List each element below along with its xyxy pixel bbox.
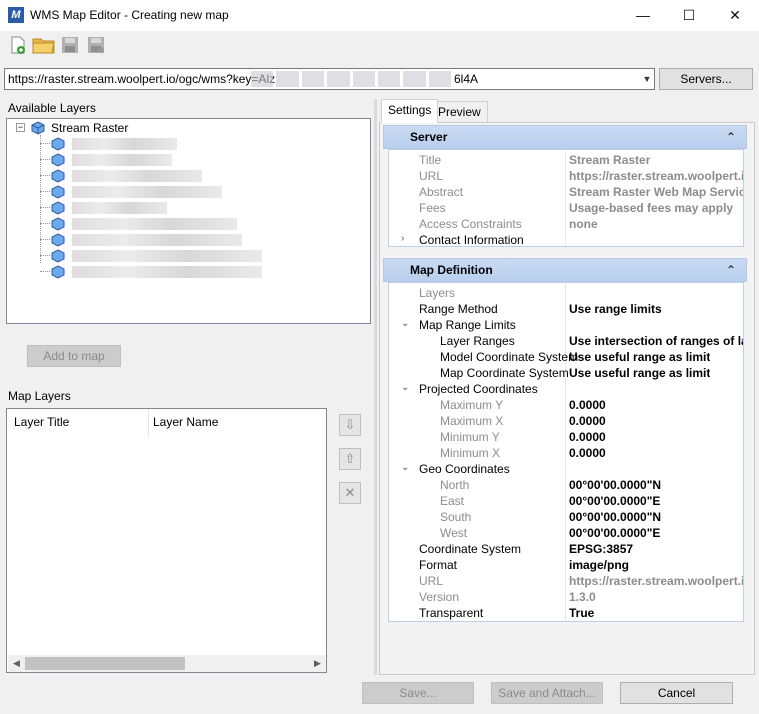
collapse-chevron-icon[interactable]: ⌃	[726, 126, 736, 148]
title-bar: M WMS Map Editor - Creating new map — ☐ …	[0, 0, 759, 31]
property-row[interactable]: Minimum X 0.0000	[389, 445, 743, 461]
map-definition-section-header[interactable]: Map Definition ⌃	[383, 258, 747, 282]
property-row[interactable]: East 00°00'00.0000"E	[389, 493, 743, 509]
property-row[interactable]: Model Coordinate System Use useful range …	[389, 349, 743, 365]
property-row[interactable]: Fees Usage-based fees may apply	[389, 200, 743, 216]
tab-settings[interactable]: Settings	[381, 99, 439, 123]
scroll-left-icon[interactable]: ◀	[8, 655, 25, 672]
property-row[interactable]: Map Coordinate System Use useful range as…	[389, 365, 743, 381]
chevron-down-icon[interactable]: ⌄	[401, 318, 409, 329]
maximize-button[interactable]: ☐	[666, 0, 712, 31]
app-icon: M	[8, 7, 24, 23]
property-row[interactable]: Format image/png	[389, 557, 743, 573]
open-folder-icon[interactable]	[32, 35, 56, 55]
layer-cube-icon	[51, 265, 65, 279]
column-header-layer-name[interactable]: Layer Name	[153, 415, 218, 429]
servers-button[interactable]: Servers...	[659, 68, 753, 90]
save-as-icon[interactable]	[86, 35, 106, 55]
map-layers-title: Map Layers	[8, 389, 71, 403]
save-icon[interactable]	[60, 35, 80, 55]
property-row[interactable]: Layer Ranges Use intersection of ranges o…	[389, 333, 743, 349]
property-row[interactable]: URL https://raster.stream.woolpert.io	[389, 573, 743, 589]
collapse-icon[interactable]: −	[16, 123, 25, 132]
window-title: WMS Map Editor - Creating new map	[30, 8, 229, 22]
tab-preview[interactable]: Preview	[431, 101, 488, 123]
url-redacted	[251, 71, 451, 87]
remove-layer-button[interactable]: ✕	[339, 482, 361, 504]
minimize-button[interactable]: —	[620, 0, 666, 31]
property-row[interactable]: West 00°00'00.0000"E	[389, 525, 743, 541]
move-down-button[interactable]: ⇩	[339, 414, 361, 436]
available-layers-title: Available Layers	[8, 101, 96, 115]
property-row[interactable]: Abstract Stream Raster Web Map Service	[389, 184, 743, 200]
save-and-attach-button[interactable]: Save and Attach...	[491, 682, 603, 704]
add-to-map-button[interactable]: Add to map	[27, 345, 121, 367]
property-row[interactable]: Access Constraints none	[389, 216, 743, 232]
settings-panel: Server ⌃ Title Stream Raster URL https://r…	[379, 122, 755, 675]
property-row[interactable]: Maximum X 0.0000	[389, 413, 743, 429]
layer-cube-icon	[51, 201, 65, 215]
properties-tabs: Settings Preview Server ⌃ Title Stream Ra…	[379, 99, 755, 675]
property-row[interactable]: Minimum Y 0.0000	[389, 429, 743, 445]
layer-cube-icon	[51, 249, 65, 263]
property-row[interactable]: Range Method Use range limits	[389, 301, 743, 317]
close-button[interactable]: ✕	[712, 0, 758, 31]
column-header-layer-title[interactable]: Layer Title	[14, 415, 69, 429]
property-row-expandable[interactable]: ⌄ Map Range Limits	[389, 317, 743, 333]
save-button[interactable]: Save...	[362, 682, 474, 704]
property-row[interactable]: URL https://raster.stream.woolpert.io	[389, 168, 743, 184]
property-row-expandable[interactable]: ⌄ Geo Coordinates	[389, 461, 743, 477]
map-layers-list[interactable]: Layer Title Layer Name ◀ ▶	[6, 408, 327, 673]
url-text-end: 6l4A	[454, 72, 479, 86]
layer-cube-icon	[51, 153, 65, 167]
map-definition-section-title: Map Definition	[410, 263, 493, 277]
horizontal-scrollbar[interactable]: ◀ ▶	[8, 655, 326, 672]
property-row[interactable]: Title Stream Raster	[389, 152, 743, 168]
scrollbar-thumb[interactable]	[25, 657, 185, 670]
chevron-down-icon[interactable]: ⌄	[401, 382, 409, 393]
layer-cube-icon	[51, 217, 65, 231]
property-row[interactable]: Maximum Y 0.0000	[389, 397, 743, 413]
scroll-right-icon[interactable]: ▶	[309, 655, 326, 672]
property-row-expandable[interactable]: ⌄ Projected Coordinates	[389, 381, 743, 397]
property-row[interactable]: Transparent True	[389, 605, 743, 621]
property-row[interactable]: Coordinate System EPSG:3857	[389, 541, 743, 557]
server-section-title: Server	[410, 130, 448, 144]
property-row[interactable]: Version 1.3.0	[389, 589, 743, 605]
column-divider[interactable]	[148, 409, 149, 437]
map-definition-grid: Layers Range Method Use range limits ⌄ Map…	[388, 282, 744, 622]
chevron-down-icon[interactable]: ▼	[639, 69, 655, 89]
available-layers-tree[interactable]: − Stream Raster	[6, 118, 371, 324]
server-section-header[interactable]: Server ⌃	[383, 125, 747, 149]
collapse-chevron-icon[interactable]: ⌃	[726, 259, 736, 281]
layer-cube-icon	[51, 233, 65, 247]
tree-children	[40, 137, 370, 279]
property-row-expandable[interactable]: › Contact Information	[389, 232, 743, 248]
property-row[interactable]: South 00°00'00.0000"N	[389, 509, 743, 525]
layer-cube-icon	[31, 121, 45, 135]
tree-root-label[interactable]: Stream Raster	[51, 121, 128, 135]
move-up-button[interactable]: ⇧	[339, 448, 361, 470]
panel-splitter[interactable]	[374, 99, 377, 675]
chevron-right-icon[interactable]: ›	[401, 233, 404, 244]
layer-cube-icon	[51, 137, 65, 151]
new-file-icon[interactable]	[8, 35, 28, 55]
layer-cube-icon	[51, 185, 65, 199]
cancel-button[interactable]: Cancel	[620, 682, 733, 704]
layer-cube-icon	[51, 169, 65, 183]
url-text-start: https://raster.stream.woolpert.io/ogc/wm…	[8, 72, 276, 86]
chevron-down-icon[interactable]: ⌄	[401, 462, 409, 473]
server-properties-grid: Title Stream Raster URL https://raster.str…	[388, 149, 744, 247]
property-row[interactable]: Layers	[389, 285, 743, 301]
property-row[interactable]: North 00°00'00.0000"N	[389, 477, 743, 493]
server-url-combobox[interactable]: https://raster.stream.woolpert.io/ogc/wm…	[4, 68, 655, 90]
